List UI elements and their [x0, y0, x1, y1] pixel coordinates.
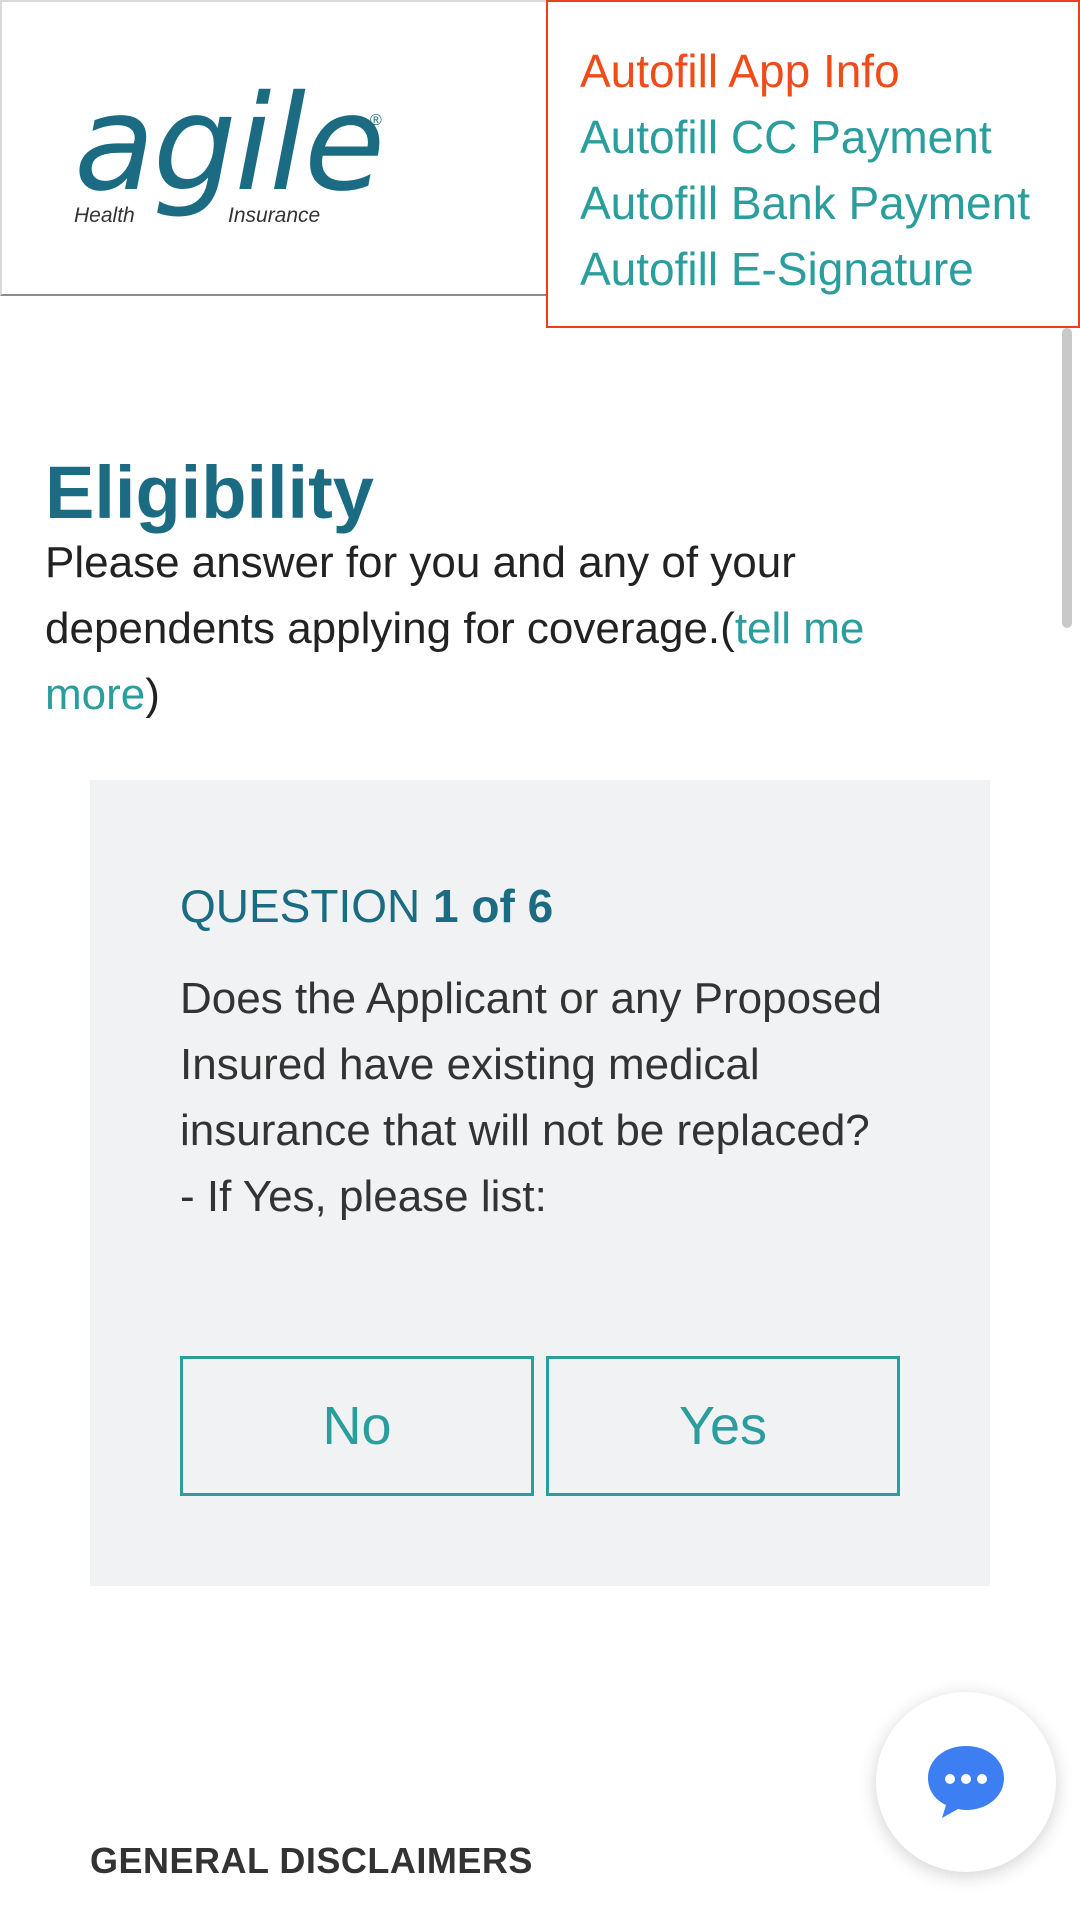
question-label-prefix: QUESTION	[180, 880, 421, 932]
logo-wordmark: agile	[74, 67, 385, 221]
logo-sub-health: Health	[74, 204, 135, 227]
page-scrollbar[interactable]	[1062, 328, 1072, 628]
question-text-main: Does the Applicant or any Proposed Insur…	[180, 974, 883, 1155]
autofill-menu: Autofill App Info Autofill CC Payment Au…	[546, 0, 1080, 328]
eligibility-description-end: )	[145, 670, 160, 719]
question-counter: QUESTION 1 of 6	[180, 876, 553, 936]
general-disclaimers-heading: GENERAL DISCLAIMERS	[90, 1840, 533, 1881]
page: agile ® Health Insurance Autofill App In…	[0, 0, 1080, 1920]
logo-sub-insurance: Insurance	[228, 204, 321, 227]
question-text-instruction: - If Yes, please list:	[180, 1172, 547, 1221]
answer-yes-button[interactable]: Yes	[546, 1356, 900, 1496]
chat-bubble-icon	[928, 1746, 1004, 1818]
question-text: Does the Applicant or any Proposed Insur…	[180, 966, 910, 1230]
chat-button[interactable]	[876, 1692, 1056, 1872]
logo-registered-mark: ®	[370, 112, 382, 129]
autofill-app-info-link[interactable]: Autofill App Info	[580, 38, 1078, 104]
eligibility-description: Please answer for you and any of your de…	[45, 530, 985, 728]
autofill-cc-payment-link[interactable]: Autofill CC Payment	[580, 104, 1078, 170]
autofill-bank-payment-link[interactable]: Autofill Bank Payment	[580, 170, 1078, 236]
question-card: QUESTION 1 of 6 Does the Applicant or an…	[90, 780, 990, 1586]
agile-logo[interactable]: agile ® Health Insurance	[74, 74, 394, 234]
question-number: 1 of 6	[433, 880, 554, 932]
autofill-e-signature-link[interactable]: Autofill E-Signature	[580, 236, 1078, 302]
eligibility-description-text: Please answer for you and any of your de…	[45, 538, 796, 653]
eligibility-title: Eligibility	[45, 451, 374, 534]
answer-no-button[interactable]: No	[180, 1356, 534, 1496]
